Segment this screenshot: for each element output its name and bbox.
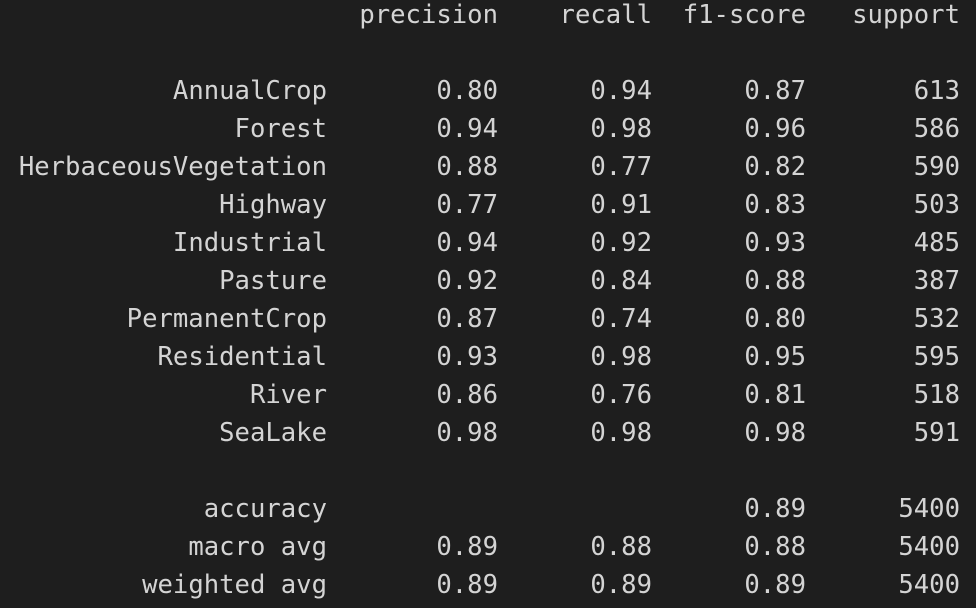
precision-value: 0.98 <box>436 418 498 448</box>
precision-value: 0.77 <box>436 190 498 220</box>
class-label: Residential <box>157 342 328 372</box>
recall-value: 0.76 <box>590 380 652 410</box>
f1-score-value: 0.95 <box>744 342 806 372</box>
f1-score-value: 0.88 <box>744 266 806 296</box>
f1-score-value: 0.96 <box>744 114 806 144</box>
support-value: 503 <box>913 190 960 220</box>
class-label: AnnualCrop <box>172 76 327 106</box>
recall-value: 0.84 <box>590 266 652 296</box>
class-row-residential: Residential 0.93 0.98 0.95 595 <box>0 342 976 380</box>
class-row-annualcrop: AnnualCrop 0.80 0.94 0.87 613 <box>0 76 976 114</box>
summary-label: weighted avg <box>142 570 327 600</box>
recall-value: 0.88 <box>590 532 652 562</box>
class-row-sealake: SeaLake 0.98 0.98 0.98 591 <box>0 418 976 456</box>
f1-score-value: 0.83 <box>744 190 806 220</box>
class-label: Pasture <box>219 266 327 296</box>
summary-label: accuracy <box>203 494 327 524</box>
class-row-river: River 0.86 0.76 0.81 518 <box>0 380 976 418</box>
precision-value: 0.88 <box>436 152 498 182</box>
precision-value: 0.89 <box>436 532 498 562</box>
recall-value: 0.74 <box>590 304 652 334</box>
recall-value: 0.98 <box>590 342 652 372</box>
support-value: 5400 <box>898 570 960 600</box>
precision-value: 0.92 <box>436 266 498 296</box>
header-precision: precision <box>359 0 498 30</box>
class-row-pasture: Pasture 0.92 0.84 0.88 387 <box>0 266 976 304</box>
recall-value: 0.94 <box>590 76 652 106</box>
header-f1-score: f1-score <box>682 0 806 30</box>
support-value: 5400 <box>898 494 960 524</box>
recall-value: 0.77 <box>590 152 652 182</box>
summary-label: macro avg <box>188 532 327 562</box>
recall-value: 0.89 <box>590 570 652 600</box>
support-value: 387 <box>913 266 960 296</box>
f1-score-value: 0.87 <box>744 76 806 106</box>
support-value: 591 <box>913 418 960 448</box>
class-row-industrial: Industrial 0.94 0.92 0.93 485 <box>0 228 976 266</box>
f1-score-value: 0.82 <box>744 152 806 182</box>
support-value: 586 <box>913 114 960 144</box>
precision-value: 0.94 <box>436 114 498 144</box>
summary-row-weighted-avg: weighted avg 0.89 0.89 0.89 5400 <box>0 570 976 608</box>
f1-score-value: 0.93 <box>744 228 806 258</box>
precision-value: 0.87 <box>436 304 498 334</box>
f1-score-value: 0.80 <box>744 304 806 334</box>
support-value: 590 <box>913 152 960 182</box>
class-row-forest: Forest 0.94 0.98 0.96 586 <box>0 114 976 152</box>
f1-score-value: 0.88 <box>744 532 806 562</box>
header-row: precision recall f1-score support <box>0 0 976 38</box>
support-value: 595 <box>913 342 960 372</box>
precision-value: 0.94 <box>436 228 498 258</box>
precision-value: 0.80 <box>436 76 498 106</box>
support-value: 485 <box>913 228 960 258</box>
class-label: Forest <box>234 114 327 144</box>
precision-value: 0.93 <box>436 342 498 372</box>
class-label: Highway <box>219 190 327 220</box>
class-row-highway: Highway 0.77 0.91 0.83 503 <box>0 190 976 228</box>
class-label: PermanentCrop <box>126 304 327 334</box>
class-label: River <box>249 380 327 410</box>
f1-score-value: 0.98 <box>744 418 806 448</box>
f1-score-value: 0.89 <box>744 570 806 600</box>
summary-row-accuracy: accuracy 0.89 5400 <box>0 494 976 532</box>
class-label: Industrial <box>172 228 327 258</box>
summary-row-macro-avg: macro avg 0.89 0.88 0.88 5400 <box>0 532 976 570</box>
class-row-herbaceousvegetation: HerbaceousVegetation 0.88 0.77 0.82 590 <box>0 152 976 190</box>
f1-score-value: 0.89 <box>744 494 806 524</box>
support-value: 613 <box>913 76 960 106</box>
support-value: 5400 <box>898 532 960 562</box>
header-support: support <box>852 0 960 30</box>
recall-value: 0.98 <box>590 418 652 448</box>
support-value: 518 <box>913 380 960 410</box>
class-label: HerbaceousVegetation <box>18 152 327 182</box>
precision-value: 0.89 <box>436 570 498 600</box>
classification-report: precision recall f1-score support Annual… <box>0 0 976 608</box>
class-row-permanentcrop: PermanentCrop 0.87 0.74 0.80 532 <box>0 304 976 342</box>
header-recall: recall <box>559 0 652 30</box>
f1-score-value: 0.81 <box>744 380 806 410</box>
recall-value: 0.92 <box>590 228 652 258</box>
support-value: 532 <box>913 304 960 334</box>
precision-value: 0.86 <box>436 380 498 410</box>
recall-value: 0.98 <box>590 114 652 144</box>
class-label: SeaLake <box>219 418 327 448</box>
recall-value: 0.91 <box>590 190 652 220</box>
